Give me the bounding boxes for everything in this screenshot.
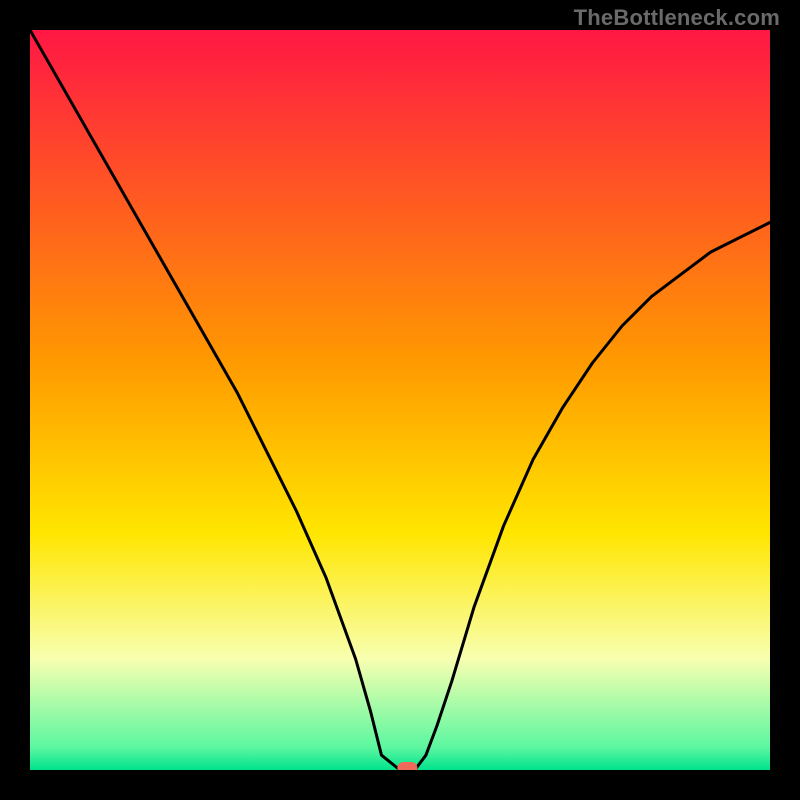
- chart-frame: TheBottleneck.com: [0, 0, 800, 800]
- optimum-marker: [397, 762, 417, 770]
- chart-svg: [30, 30, 770, 770]
- watermark-text: TheBottleneck.com: [574, 5, 780, 31]
- plot-area: [30, 30, 770, 770]
- gradient-background: [30, 30, 770, 770]
